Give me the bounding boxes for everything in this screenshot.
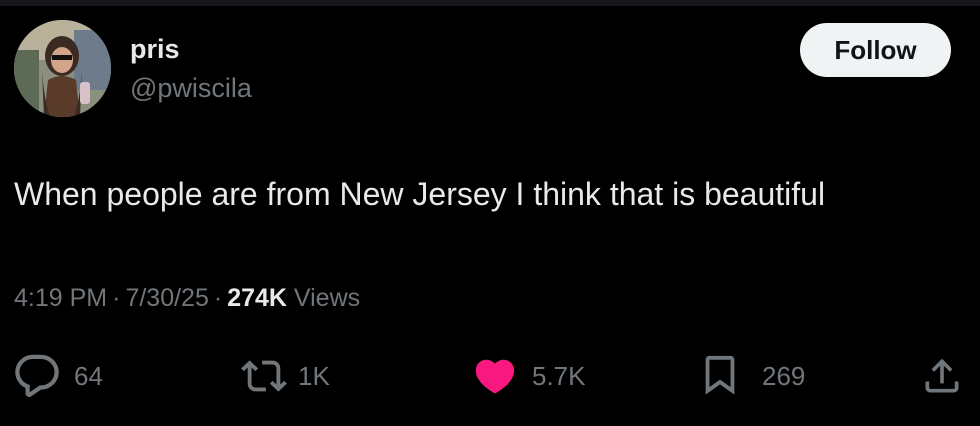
avatar[interactable]: [14, 20, 111, 117]
tweet-date[interactable]: 7/30/25: [125, 284, 208, 312]
repost-icon: [240, 353, 288, 399]
reply-button[interactable]: 64: [14, 350, 103, 402]
repost-count: 1K: [298, 360, 330, 391]
like-count: 5.7K: [532, 360, 586, 391]
tweet-text: When people are from New Jersey I think …: [14, 176, 826, 212]
bookmark-button[interactable]: 269: [700, 350, 805, 402]
views-label[interactable]: Views: [294, 284, 360, 312]
share-button[interactable]: [920, 350, 964, 402]
bookmark-icon: [700, 353, 740, 399]
tweet-meta: 4:19 PM · 7/30/25 · 274K Views: [14, 282, 360, 314]
display-name[interactable]: pris: [130, 33, 180, 65]
follow-button[interactable]: Follow: [800, 23, 951, 77]
views-count[interactable]: 274K: [227, 284, 287, 312]
tweet-card: pris @pwiscila Follow When people are fr…: [0, 0, 980, 426]
action-bar: 64 1K 5.7K 269: [0, 350, 980, 402]
meta-separator: ·: [213, 284, 223, 312]
heart-icon: [472, 353, 518, 399]
repost-button[interactable]: 1K: [240, 350, 330, 402]
reply-icon: [14, 353, 60, 399]
user-handle[interactable]: @pwiscila: [130, 72, 252, 104]
like-button[interactable]: 5.7K: [472, 350, 586, 402]
share-icon: [920, 353, 964, 399]
reply-count: 64: [74, 360, 103, 391]
tweet-time[interactable]: 4:19 PM: [14, 284, 107, 312]
meta-separator: ·: [112, 284, 121, 312]
bookmark-count: 269: [762, 360, 806, 391]
